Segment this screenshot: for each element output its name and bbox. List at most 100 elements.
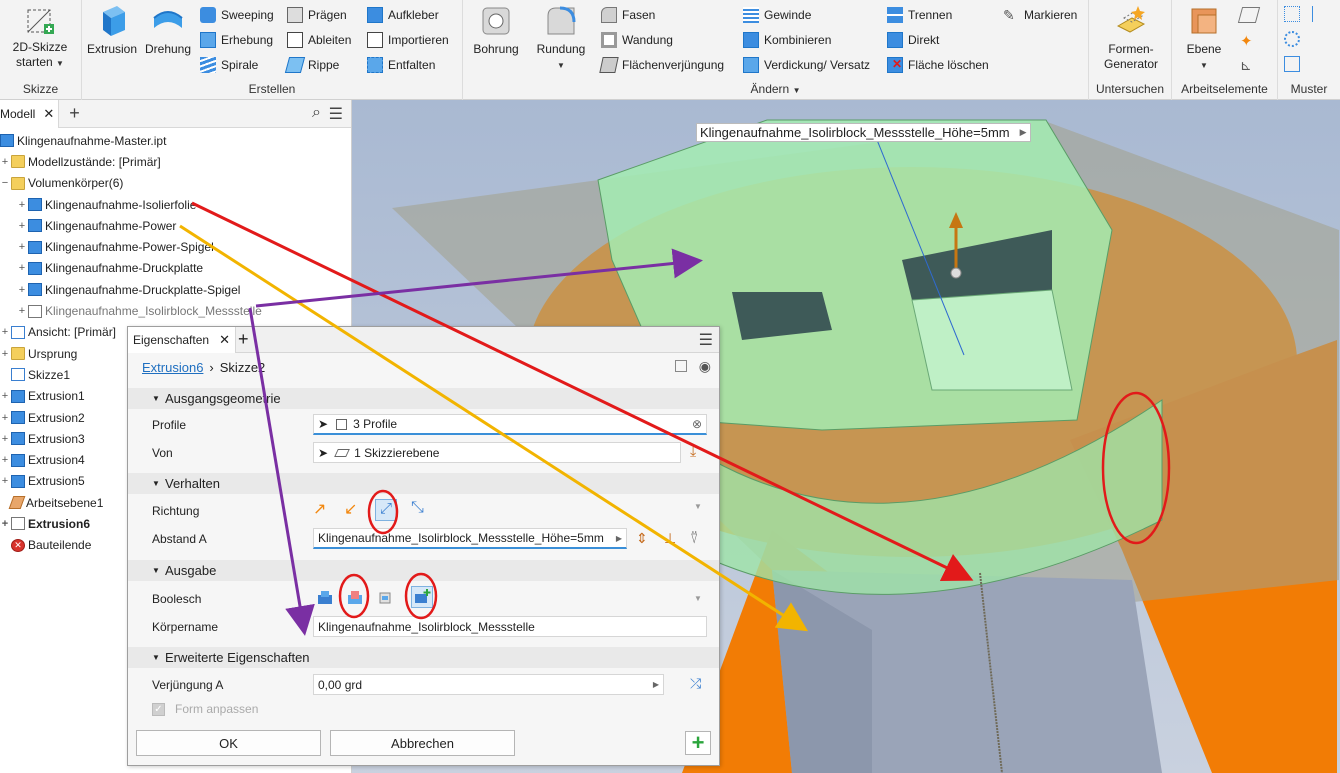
expand-icon[interactable]: + bbox=[17, 199, 27, 211]
collapse-icon[interactable]: − bbox=[0, 177, 10, 189]
flip-direction-icon[interactable]: ⤓ bbox=[690, 443, 696, 460]
eye-icon[interactable]: ◉ bbox=[699, 358, 711, 375]
flaeche-loeschen-button[interactable]: ✕ Fläche löschen bbox=[887, 55, 989, 75]
search-icon[interactable]: ⌕ bbox=[312, 104, 321, 122]
work-point-icon[interactable]: ✦ bbox=[1240, 32, 1253, 50]
tree-item-solid-isolierfolie[interactable]: + Klingenaufnahme-Isolierfolie bbox=[0, 194, 352, 215]
expand-icon[interactable]: + bbox=[0, 326, 10, 338]
gewinde-button[interactable]: Gewinde bbox=[743, 5, 811, 25]
close-icon[interactable]: ✕ bbox=[43, 106, 54, 122]
chevron-down-icon[interactable]: ▼ bbox=[694, 502, 702, 511]
tab-modell[interactable]: Modell ✕ bbox=[0, 99, 60, 128]
koerpername-input[interactable]: Klingenaufnahme_Isolirblock_Messstelle bbox=[313, 616, 707, 637]
profile-selector[interactable]: ➤ 3 Profile ⊗ bbox=[313, 414, 707, 435]
chevron-right-icon[interactable]: ▶ bbox=[1020, 127, 1027, 138]
ok-button[interactable]: OK bbox=[136, 730, 321, 756]
apply-add-button[interactable]: + bbox=[685, 730, 711, 755]
tree-item-solid-power-spigel[interactable]: + Klingenaufnahme-Power-Spigel bbox=[0, 236, 352, 257]
trennen-button[interactable]: Trennen bbox=[887, 5, 952, 25]
expand-icon[interactable]: + bbox=[17, 305, 27, 317]
rectangular-pattern-icon[interactable] bbox=[1284, 6, 1300, 22]
start-2d-sketch-button[interactable]: 2D-Skizze starten ▼ bbox=[4, 4, 76, 71]
through-all-icon[interactable]: ⍢ bbox=[690, 530, 698, 547]
tree-item-solid-power[interactable]: + Klingenaufnahme-Power bbox=[0, 215, 352, 236]
chevron-right-icon[interactable]: ▶ bbox=[616, 534, 622, 543]
erhebung-button[interactable]: Erhebung bbox=[200, 30, 273, 50]
expand-icon[interactable]: + bbox=[0, 454, 10, 466]
abstand-input[interactable]: Klingenaufnahme_Isolirblock_Messstelle_H… bbox=[313, 528, 627, 549]
ebene-button[interactable]: Ebene ▼ bbox=[1180, 4, 1228, 73]
rundung-button[interactable]: Rundung ▼ bbox=[531, 4, 591, 73]
expand-icon[interactable]: + bbox=[0, 348, 10, 360]
menu-icon[interactable]: ☰ bbox=[329, 104, 343, 124]
chevron-down-icon[interactable]: ▼ bbox=[694, 594, 702, 603]
flaechenverjuengung-button[interactable]: Flächenverjüngung bbox=[599, 55, 724, 75]
expand-icon[interactable]: + bbox=[0, 475, 10, 487]
kombinieren-button[interactable]: Kombinieren bbox=[743, 30, 831, 50]
section-erweiterte-eigenschaften[interactable]: Erweiterte Eigenschaften bbox=[128, 647, 719, 668]
ableiten-button[interactable]: Ableiten bbox=[287, 30, 351, 50]
flip-taper-icon[interactable]: ⤮ bbox=[690, 675, 701, 692]
section-verhalten[interactable]: Verhalten bbox=[128, 473, 719, 494]
form-anpassen-checkbox[interactable]: ✓ Form anpassen bbox=[152, 702, 258, 716]
boolean-new-solid-icon[interactable] bbox=[411, 586, 433, 608]
direction-asymmetric-icon[interactable]: ⤡ bbox=[411, 499, 433, 521]
ucs-icon[interactable]: ⊾ bbox=[1240, 57, 1252, 74]
measure-icon[interactable]: ⇕ bbox=[636, 530, 648, 547]
praegen-button[interactable]: Prägen bbox=[287, 5, 347, 25]
formen-generator-button[interactable]: Formen-Generator bbox=[1093, 4, 1169, 72]
expand-icon[interactable]: + bbox=[0, 433, 10, 445]
verjuengung-input[interactable]: 0,00 grd ▶ bbox=[313, 674, 664, 695]
copy-icon[interactable] bbox=[675, 360, 687, 372]
expand-icon[interactable]: + bbox=[0, 518, 10, 530]
direction-default-icon[interactable]: ↗ bbox=[313, 499, 335, 521]
direction-flipped-icon[interactable]: ↙ bbox=[344, 499, 366, 521]
tree-item-modelstates[interactable]: + Modellzustände: [Primär] bbox=[0, 151, 352, 172]
boolean-cut-icon[interactable] bbox=[346, 588, 368, 610]
spirale-button[interactable]: Spirale bbox=[200, 55, 258, 75]
section-ausgabe[interactable]: Ausgabe bbox=[128, 560, 719, 581]
section-ausgangsgeometrie[interactable]: Ausgangsgeometrie bbox=[128, 388, 719, 409]
expand-icon[interactable]: + bbox=[0, 390, 10, 402]
clear-icon[interactable]: ⊗ bbox=[692, 417, 702, 431]
tab-eigenschaften[interactable]: Eigenschaften ✕ bbox=[128, 327, 236, 353]
tree-item-part[interactable]: Klingenaufnahme-Master.ipt bbox=[0, 130, 352, 151]
expand-icon[interactable]: + bbox=[0, 156, 10, 168]
direkt-button[interactable]: Direkt bbox=[887, 30, 939, 50]
drehung-button[interactable]: Drehung bbox=[140, 4, 196, 57]
tree-item-solid-druckplatte-spigel[interactable]: + Klingenaufnahme-Druckplatte-Spigel bbox=[0, 279, 352, 300]
breadcrumb-extrusion6-link[interactable]: Extrusion6 bbox=[142, 360, 203, 375]
work-axis-icon[interactable] bbox=[1237, 7, 1261, 23]
chevron-right-icon[interactable]: ▶ bbox=[653, 680, 659, 689]
expand-icon[interactable]: + bbox=[17, 284, 27, 296]
menu-icon[interactable]: ☰ bbox=[699, 330, 713, 350]
cancel-button[interactable]: Abbrechen bbox=[330, 730, 515, 756]
sweeping-button[interactable]: Sweeping bbox=[200, 5, 274, 25]
von-selector[interactable]: ➤ 1 Skizzierebene bbox=[313, 442, 681, 463]
mirror-icon[interactable] bbox=[1312, 6, 1326, 22]
expand-icon[interactable]: + bbox=[17, 241, 27, 253]
markieren-button[interactable]: ✎ Markieren bbox=[1003, 5, 1077, 25]
circular-pattern-icon[interactable] bbox=[1284, 31, 1300, 47]
direction-symmetric-icon[interactable]: ⤢ bbox=[375, 499, 397, 521]
boolean-intersect-icon[interactable] bbox=[376, 588, 398, 610]
wandung-button[interactable]: Wandung bbox=[601, 30, 673, 50]
tree-item-solid-druckplatte[interactable]: + Klingenaufnahme-Druckplatte bbox=[0, 258, 352, 279]
verdickung-button[interactable]: Verdickung/ Versatz bbox=[743, 55, 870, 75]
importieren-button[interactable]: Importieren bbox=[367, 30, 449, 50]
expand-icon[interactable]: + bbox=[0, 412, 10, 424]
rippe-button[interactable]: Rippe bbox=[284, 55, 339, 75]
tree-item-solid-isolirblock[interactable]: + Klingenaufnahme_Isolirblock_Messstelle bbox=[0, 300, 352, 321]
bohrung-button[interactable]: Bohrung bbox=[469, 4, 523, 57]
boolean-join-icon[interactable] bbox=[316, 588, 338, 610]
expand-icon[interactable]: + bbox=[17, 220, 27, 232]
tree-item-solidbodies[interactable]: − Volumenkörper(6) bbox=[0, 173, 352, 194]
expand-icon[interactable]: + bbox=[17, 262, 27, 274]
add-tab-icon[interactable]: + bbox=[238, 329, 249, 350]
to-face-icon[interactable]: ⊥ bbox=[664, 530, 676, 547]
sketch-pattern-icon[interactable] bbox=[1284, 56, 1300, 72]
extrusion-button[interactable]: Extrusion bbox=[84, 4, 140, 57]
close-icon[interactable]: ✕ bbox=[219, 332, 230, 348]
group-label-aendern[interactable]: Ändern ▼ bbox=[463, 82, 1088, 96]
aufkleber-button[interactable]: Aufkleber bbox=[367, 5, 439, 25]
